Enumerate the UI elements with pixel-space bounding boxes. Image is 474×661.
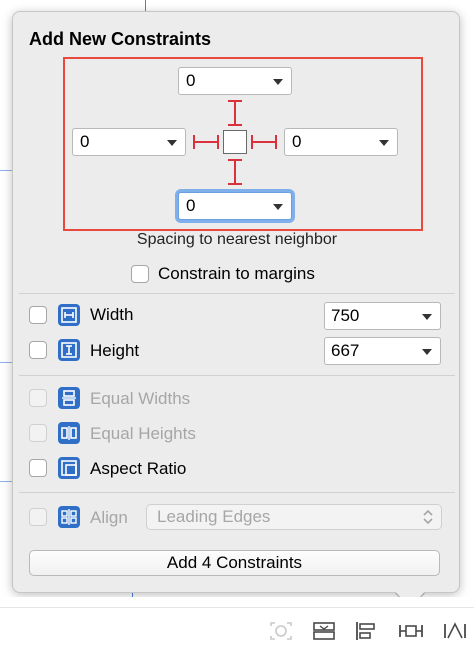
- constrain-margins-label: Constrain to margins: [158, 264, 315, 283]
- equal-heights-icon: [58, 422, 80, 444]
- add-constraints-popover: Add New Constraints 0 0 0 0 Spacing to n…: [12, 11, 460, 593]
- spacing-left-field[interactable]: 0: [72, 128, 186, 156]
- width-checkbox[interactable]: [29, 306, 47, 324]
- resolve-autolayout-icon[interactable]: [268, 620, 294, 642]
- align-checkbox[interactable]: [29, 508, 47, 526]
- spacing-right-field[interactable]: 0: [284, 128, 398, 156]
- aspect-ratio-checkbox[interactable]: [29, 459, 47, 477]
- spacing-bottom-field[interactable]: 0: [178, 192, 292, 220]
- right-constraint-ibeam-icon[interactable]: [251, 135, 277, 149]
- width-label: Width: [90, 305, 134, 324]
- bottom-constraint-ibeam-icon[interactable]: [228, 159, 242, 185]
- equal-heights-checkbox[interactable]: [29, 424, 47, 442]
- divider: [19, 492, 455, 493]
- equal-heights-label: Equal Heights: [90, 424, 196, 443]
- canvas-guide-line: [0, 362, 12, 363]
- divider: [19, 293, 455, 294]
- add-constraints-button[interactable]: Add 4 Constraints: [29, 550, 440, 576]
- chevron-down-icon[interactable]: [273, 79, 283, 85]
- height-label: Height: [90, 341, 140, 360]
- equal-widths-checkbox[interactable]: [29, 389, 47, 407]
- width-constraint-icon: [58, 304, 80, 326]
- canvas-guide-line: [0, 481, 12, 482]
- chevron-down-icon[interactable]: [379, 140, 389, 146]
- spacing-top-field[interactable]: 0: [178, 67, 292, 95]
- align-icon[interactable]: [353, 620, 379, 642]
- spacing-top-value: 0: [186, 71, 196, 90]
- top-constraint-ibeam-icon[interactable]: [228, 100, 242, 126]
- height-value: 667: [331, 341, 360, 360]
- left-constraint-ibeam-icon[interactable]: [193, 135, 219, 149]
- height-checkbox[interactable]: [29, 341, 47, 359]
- canvas-guide-line: [0, 170, 12, 171]
- spacing-caption: Spacing to nearest neighbor: [136, 231, 338, 248]
- up-down-chevron-icon: [423, 509, 433, 525]
- equal-widths-label: Equal Widths: [90, 389, 191, 408]
- divider: [19, 375, 455, 376]
- chevron-down-icon[interactable]: [167, 140, 177, 146]
- constrain-margins-checkbox[interactable]: [131, 265, 149, 283]
- equal-widths-icon: [58, 387, 80, 409]
- width-value-field[interactable]: 750: [324, 302, 441, 330]
- chevron-down-icon[interactable]: [422, 314, 432, 320]
- align-icon: [58, 506, 80, 528]
- align-popup[interactable]: Leading Edges: [146, 504, 442, 530]
- chevron-down-icon[interactable]: [422, 349, 432, 355]
- aspect-ratio-label: Aspect Ratio: [90, 459, 187, 478]
- aspect-ratio-icon: [58, 457, 80, 479]
- spacing-left-value: 0: [80, 132, 90, 151]
- popover-title: Add New Constraints: [29, 29, 212, 49]
- spacing-bottom-value: 0: [186, 196, 196, 215]
- spacing-right-value: 0: [292, 132, 302, 151]
- align-label: Align: [90, 508, 128, 527]
- height-value-field[interactable]: 667: [324, 337, 441, 365]
- pin-icon[interactable]: [398, 620, 424, 642]
- height-constraint-icon: [58, 339, 80, 361]
- stack-icon[interactable]: [311, 620, 337, 642]
- chevron-down-icon[interactable]: [273, 204, 283, 210]
- align-value: Leading Edges: [157, 507, 271, 526]
- resolve-issues-icon[interactable]: [442, 620, 468, 642]
- view-placeholder-square: [223, 130, 247, 154]
- width-value: 750: [331, 306, 360, 325]
